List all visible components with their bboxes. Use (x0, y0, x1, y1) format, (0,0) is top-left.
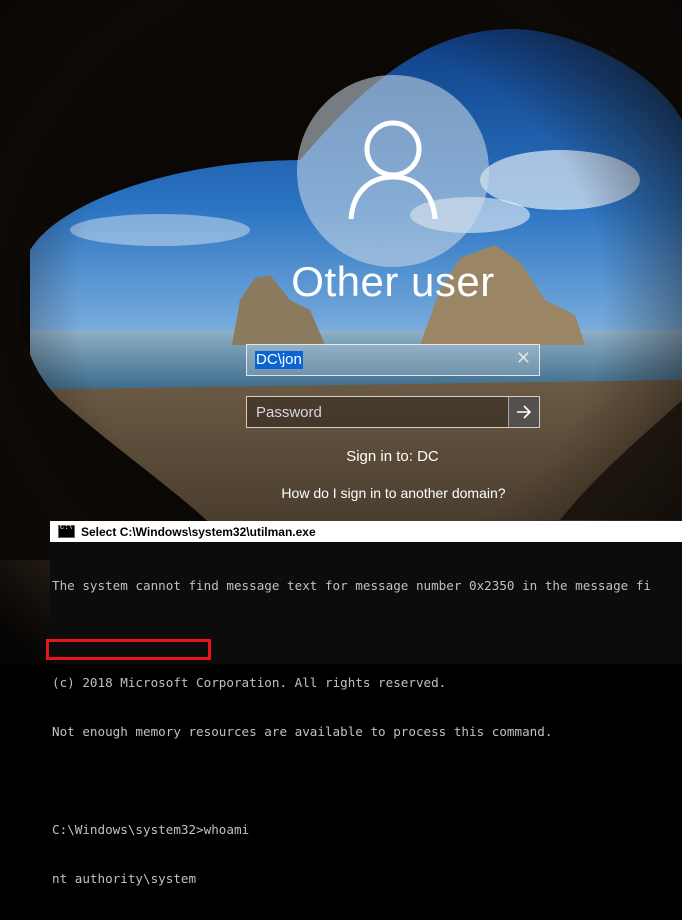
console-line: (c) 2018 Microsoft Corporation. All righ… (52, 675, 447, 691)
cmd-icon (58, 524, 75, 538)
sign-in-domain-label: Sign in to: DC (346, 448, 439, 465)
console-line: The system cannot find message text for … (52, 577, 651, 593)
highlight-annotation-box (46, 639, 211, 660)
arrow-right-icon (517, 405, 532, 419)
console-line: nt authority\system (52, 870, 197, 886)
console-line: C:\Windows\system32>whoami (52, 822, 250, 838)
other-domain-help-link[interactable]: How do I sign in to another domain? (0, 485, 682, 501)
user-avatar (297, 75, 489, 267)
console-output[interactable]: The system cannot find message text for … (52, 545, 651, 920)
console-line: Not enough memory resources are availabl… (52, 724, 553, 740)
close-icon[interactable]: ✕ (516, 348, 531, 369)
user-silhouette-icon (348, 120, 438, 220)
console-title: Select C:\Windows\system32\utilman.exe (81, 524, 316, 539)
username-field[interactable]: DC\jon ✕ (246, 344, 540, 376)
console-titlebar[interactable]: Select C:\Windows\system32\utilman.exe (50, 521, 682, 542)
password-placeholder: Password (256, 404, 322, 421)
password-field[interactable]: Password (246, 396, 540, 428)
username-value: DC\jon (255, 351, 303, 369)
submit-button[interactable] (508, 397, 539, 427)
account-name-title: Other user (291, 258, 495, 305)
